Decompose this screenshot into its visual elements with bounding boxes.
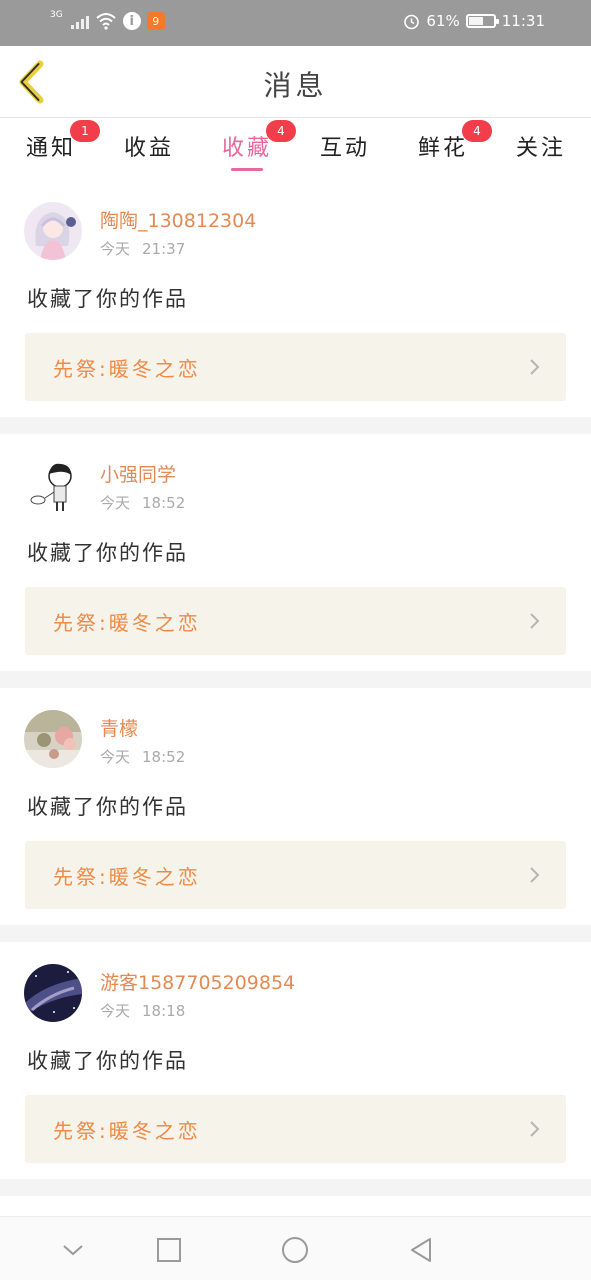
chevron-right-icon	[530, 867, 540, 883]
status-bar: 3G i 9 61% 11:31	[0, 0, 591, 46]
list-item: 青檬 今天 18:52 收藏了你的作品 先祭:暖冬之恋	[0, 688, 591, 925]
tab-label: 关注	[516, 136, 567, 161]
list-item: 小强同学 今天 18:52 收藏了你的作品 先祭:暖冬之恋	[0, 434, 591, 671]
info-icon: i	[122, 12, 141, 30]
tab-label: 收藏	[222, 136, 273, 161]
timestamp: 今天 18:18	[100, 1000, 185, 1021]
work-link[interactable]: 先祭:暖冬之恋	[25, 1095, 566, 1163]
tab-favorites[interactable]: 收藏 4	[222, 120, 296, 162]
app-notification-icon: 9	[146, 12, 165, 30]
tab-label: 通知	[26, 136, 77, 161]
timestamp-day: 今天	[100, 748, 131, 766]
clock: 11:31	[501, 12, 545, 30]
timestamp-time: 18:52	[142, 748, 186, 766]
tab-flowers[interactable]: 鲜花 4	[418, 120, 492, 162]
work-link[interactable]: 先祭:暖冬之恋	[25, 333, 566, 401]
tab-interactions[interactable]: 互动	[320, 130, 370, 162]
list-item: 游客1587705209854 今天 18:18 收藏了你的作品 先祭:暖冬之恋	[0, 942, 591, 1179]
username[interactable]: 小强同学	[100, 460, 176, 487]
timestamp-time: 18:18	[142, 1002, 186, 1020]
avatar[interactable]	[24, 710, 82, 768]
alarm-icon	[404, 14, 420, 29]
recent-apps-icon[interactable]	[154, 1235, 184, 1265]
work-link[interactable]: 先祭:暖冬之恋	[25, 841, 566, 909]
message-text: 收藏了你的作品	[27, 795, 188, 819]
timestamp: 今天 18:52	[100, 492, 185, 513]
timestamp-time: 18:52	[142, 494, 186, 512]
timestamp-time: 21:37	[142, 240, 186, 258]
timestamp-day: 今天	[100, 494, 131, 512]
anime-girl-avatar-icon	[24, 202, 82, 260]
work-title: 先祭:暖冬之恋	[53, 611, 201, 635]
timestamp-day: 今天	[100, 240, 131, 258]
tab-follows[interactable]: 关注	[516, 130, 566, 162]
list-item: 陶陶_130812304 今天 21:37 收藏了你的作品 先祭:暖冬之恋	[0, 180, 591, 417]
timestamp-day: 今天	[100, 1002, 131, 1020]
home-icon[interactable]	[280, 1235, 310, 1265]
wifi-icon	[96, 13, 116, 30]
battery-percent: 61%	[426, 12, 460, 30]
username[interactable]: 游客1587705209854	[100, 968, 295, 995]
message-text: 收藏了你的作品	[27, 287, 188, 311]
status-left: 3G i 9	[50, 9, 165, 30]
work-link[interactable]: 先祭:暖冬之恋	[25, 587, 566, 655]
message-text: 收藏了你的作品	[27, 541, 188, 565]
chevron-right-icon	[530, 359, 540, 375]
unread-badge: 1	[70, 120, 100, 142]
flowers-photo-avatar-icon	[24, 710, 82, 768]
avatar[interactable]	[24, 964, 82, 1022]
tab-earnings[interactable]: 收益	[124, 130, 174, 162]
signal-icon	[70, 13, 89, 29]
timestamp: 今天 21:37	[100, 238, 185, 259]
chevron-down-icon[interactable]	[58, 1235, 88, 1265]
work-title: 先祭:暖冬之恋	[53, 1119, 201, 1143]
tab-label: 收益	[124, 136, 175, 161]
page-title: 消息	[263, 69, 328, 102]
page-header: 消息	[0, 46, 591, 118]
tab-notifications[interactable]: 通知 1	[26, 120, 100, 162]
cartoon-boy-avatar-icon	[24, 456, 82, 514]
back-icon[interactable]	[406, 1235, 436, 1265]
chevron-right-icon	[530, 613, 540, 629]
unread-badge: 4	[266, 120, 296, 142]
tab-bar: 通知 1 收益 收藏 4 互动 鲜花 4 关注	[0, 118, 591, 180]
avatar[interactable]	[24, 456, 82, 514]
active-tab-indicator	[231, 168, 263, 171]
network-type: 3G	[50, 9, 63, 20]
galaxy-avatar-icon	[24, 964, 82, 1022]
work-title: 先祭:暖冬之恋	[53, 865, 201, 889]
username[interactable]: 陶陶_130812304	[100, 206, 256, 233]
battery-icon	[465, 14, 499, 28]
tab-label: 鲜花	[418, 136, 469, 161]
timestamp: 今天 18:52	[100, 746, 185, 767]
work-title: 先祭:暖冬之恋	[53, 357, 201, 381]
system-nav-bar	[0, 1216, 591, 1280]
unread-badge: 4	[462, 120, 492, 142]
status-right: 61% 11:31	[403, 12, 545, 30]
username[interactable]: 青檬	[100, 714, 138, 741]
message-text: 收藏了你的作品	[27, 1049, 188, 1073]
avatar[interactable]	[24, 202, 82, 260]
tab-label: 互动	[320, 136, 371, 161]
chevron-right-icon	[530, 1121, 540, 1137]
